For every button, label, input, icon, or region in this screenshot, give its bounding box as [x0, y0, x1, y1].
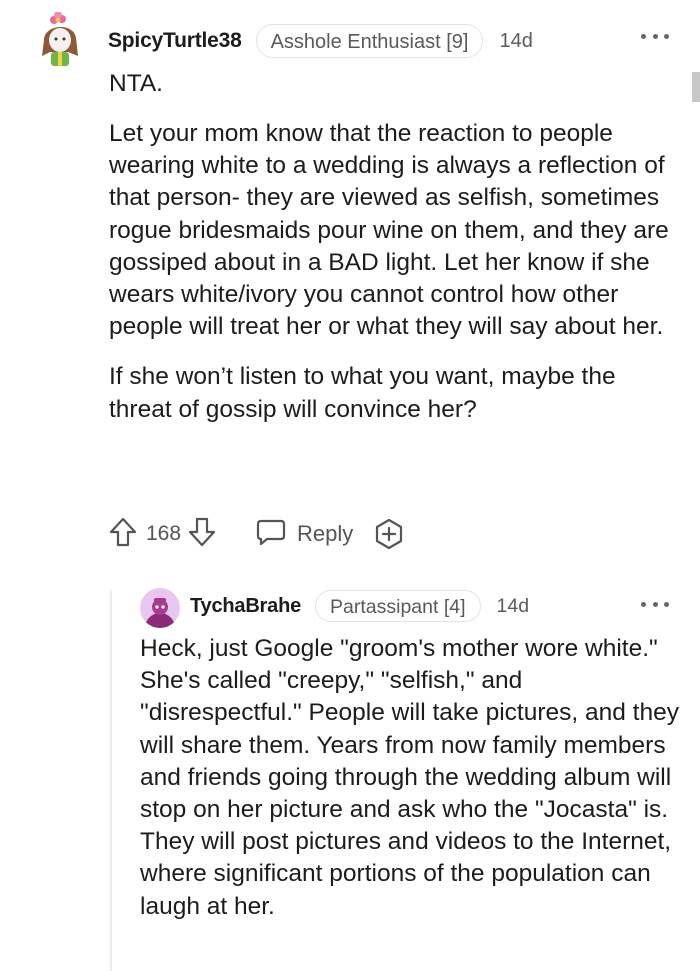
reply-label: Reply: [297, 521, 354, 546]
reply-icon: [255, 517, 287, 552]
comment-paragraph: Let your mom know that the reaction to p…: [109, 120, 669, 341]
reply-username[interactable]: TychaBrahe: [190, 595, 301, 618]
comment-body: Let your mom know that the reaction to p…: [109, 118, 674, 444]
thread-line[interactable]: [110, 590, 112, 971]
more-options-icon[interactable]: [641, 24, 669, 48]
username[interactable]: SpicyTurtle38: [108, 29, 242, 53]
comment-paragraph: If she won’t listen to what you want, ma…: [109, 363, 616, 423]
comment-age: 14d: [499, 29, 533, 52]
reply-user-flair: Partassipant [4]: [315, 590, 481, 622]
downvote-icon[interactable]: [187, 516, 217, 553]
reply-meta: TychaBrahe Partassipant [4] 14d: [190, 588, 529, 624]
comment-actions: 168 Reply: [108, 514, 405, 554]
comment-verdict: NTA.: [109, 70, 163, 97]
upvote-icon[interactable]: [108, 516, 138, 553]
user-avatar[interactable]: [38, 11, 84, 70]
reply-user-avatar[interactable]: [140, 588, 180, 628]
comment-meta: SpicyTurtle38 Asshole Enthusiast [9] 14d: [108, 23, 533, 59]
scrollbar[interactable]: [692, 72, 700, 102]
user-flair: Asshole Enthusiast [9]: [255, 24, 484, 58]
award-icon[interactable]: [373, 518, 405, 550]
more-options-icon[interactable]: [641, 592, 669, 616]
reply-body: Heck, just Google "groom's mother wore w…: [140, 635, 679, 920]
reply-button[interactable]: Reply: [255, 517, 353, 552]
reply-age: 14d: [496, 594, 530, 617]
vote-count: 168: [146, 522, 182, 545]
